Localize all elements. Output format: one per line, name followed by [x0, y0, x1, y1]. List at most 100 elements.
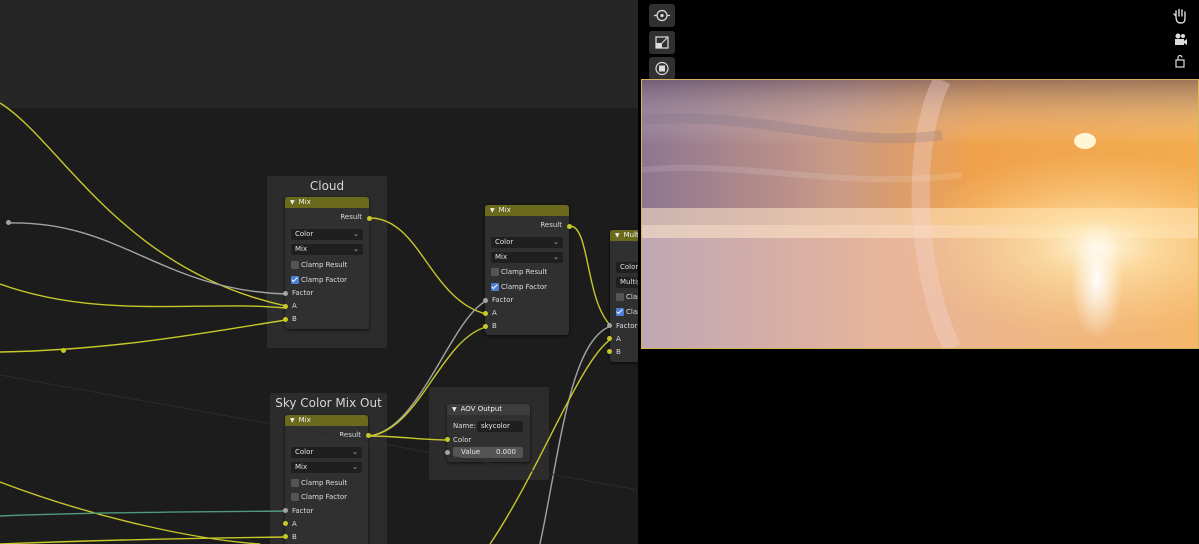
factor-input-label: Factor [616, 322, 638, 330]
clamp-result-checkbox[interactable] [291, 479, 299, 487]
node-title: Mix [298, 416, 311, 424]
clamp-factor-checkbox[interactable] [616, 308, 624, 316]
b-input-socket[interactable] [607, 349, 612, 354]
link-wire[interactable] [539, 325, 612, 544]
result-output-socket[interactable] [366, 433, 371, 438]
blend-mode-select[interactable]: Mix ⌄ [291, 462, 362, 473]
result-output-label: Result [339, 431, 361, 439]
clamp-factor-checkbox[interactable] [291, 493, 299, 501]
collapse-chevron-icon[interactable]: ▼ [452, 404, 457, 415]
clamp-factor-checkbox[interactable] [291, 276, 299, 284]
mix-node-cloud[interactable]: ▼ Mix Result Color ⌄ Mix ⌄ Clamp Result Cla… [285, 197, 369, 329]
a-input-label: A [616, 335, 621, 343]
link-wire[interactable] [0, 283, 287, 309]
b-input-socket[interactable] [283, 534, 288, 539]
link-wire[interactable] [0, 102, 287, 307]
lock-icon [1175, 54, 1185, 68]
result-output-socket[interactable] [567, 224, 572, 229]
factor-input-socket[interactable] [607, 323, 612, 328]
collapse-chevron-icon[interactable]: ▼ [615, 230, 620, 241]
a-input-socket[interactable] [283, 521, 288, 526]
result-output-socket[interactable] [367, 216, 372, 221]
blend-mode-select[interactable]: Mix ⌄ [291, 244, 363, 255]
chevron-down-icon: ⌄ [352, 463, 358, 471]
link-wire[interactable] [369, 217, 487, 315]
a-input-label: A [292, 520, 297, 528]
a-input-socket[interactable] [607, 336, 612, 341]
reroute-socket[interactable] [61, 348, 66, 353]
factor-input-label: Factor [292, 289, 314, 297]
rotate-view-icon [654, 9, 670, 22]
data-type-value: Color [495, 238, 514, 246]
collapse-chevron-icon[interactable]: ▼ [490, 205, 495, 216]
node-title: Mix [298, 198, 311, 206]
a-input-label: A [492, 309, 497, 317]
chevron-down-icon: ⌄ [553, 238, 559, 246]
camera-tool[interactable] [1171, 30, 1189, 48]
link-wire[interactable] [7, 222, 287, 295]
node-editor[interactable]: Cloud Sky Color Mix Out ▼ Mix Result Colo… [0, 0, 638, 544]
blend-mode-value: Mix [295, 245, 308, 253]
clamp-factor-label: Clam [626, 308, 638, 316]
scale-icon [655, 36, 669, 49]
reroute-socket[interactable] [6, 220, 11, 225]
b-input-socket[interactable] [283, 317, 288, 322]
collapse-chevron-icon[interactable]: ▼ [290, 197, 295, 208]
b-input-socket[interactable] [483, 324, 488, 329]
link-wire[interactable] [0, 481, 261, 544]
clamp-result-checkbox[interactable] [491, 268, 499, 276]
data-type-select[interactable]: Color [616, 262, 638, 273]
data-type-select[interactable]: Color ⌄ [291, 229, 363, 240]
clamp-result-label: Clamp Result [301, 479, 348, 487]
node-title: Multi [623, 231, 638, 239]
node-header[interactable]: ▼ Mix [485, 205, 569, 216]
aov-value-input-socket[interactable] [445, 450, 450, 455]
aov-output-node[interactable]: ▼ AOV Output Name: skycolor Color Value 0… [447, 404, 530, 462]
factor-input-socket[interactable] [483, 298, 488, 303]
data-type-select[interactable]: Color ⌄ [491, 237, 563, 248]
link-wire[interactable] [0, 319, 287, 353]
hand-pan-tool[interactable] [1171, 7, 1189, 25]
transform-tool[interactable] [649, 57, 675, 80]
factor-input-socket[interactable] [283, 291, 288, 296]
node-header[interactable]: ▼Multi [610, 230, 638, 241]
mix-node-sky-color[interactable]: ▼ Mix Result Color ⌄ Mix ⌄ Clamp Result Cla… [285, 415, 368, 544]
chevron-down-icon: ⌄ [553, 253, 559, 261]
mix-node-multiply[interactable]: ▼Multi Color Multipl Clam Clam Factor A … [610, 230, 638, 362]
lock-tool[interactable] [1171, 52, 1189, 70]
clamp-result-label: Clamp Result [301, 261, 348, 269]
blend-mode-select[interactable]: Multipl [616, 277, 638, 288]
blend-mode-select[interactable]: Mix ⌄ [491, 252, 563, 263]
clamp-result-checkbox[interactable] [291, 261, 299, 269]
aov-name-field[interactable]: skycolor [477, 421, 523, 432]
chevron-down-icon: ⌄ [353, 230, 359, 238]
frame-sky-label: Sky Color Mix Out [275, 396, 382, 410]
blend-mode-value: Mix [295, 463, 308, 471]
node-header[interactable]: ▼ AOV Output [447, 404, 530, 415]
value-slider[interactable]: Value 0.000 [453, 447, 523, 458]
blend-mode-value: Mix [495, 253, 508, 261]
factor-input-socket[interactable] [283, 508, 288, 513]
data-type-select[interactable]: Color ⌄ [291, 447, 362, 458]
clamp-factor-checkbox[interactable] [491, 283, 499, 291]
collapse-chevron-icon[interactable]: ▼ [290, 415, 295, 426]
link-wire[interactable] [569, 225, 612, 327]
rotate-view-tool[interactable] [649, 4, 675, 27]
link-wire[interactable] [0, 510, 287, 517]
a-input-socket[interactable] [483, 311, 488, 316]
aov-color-input-socket[interactable] [445, 437, 450, 442]
mix-node-middle[interactable]: ▼ Mix Result Color ⌄ Mix ⌄ Clamp Result Cla… [485, 205, 569, 335]
scale-tool[interactable] [649, 31, 675, 54]
chevron-down-icon: ⌄ [353, 245, 359, 253]
node-title: Mix [498, 206, 511, 214]
node-header[interactable]: ▼ Mix [285, 415, 368, 426]
a-input-socket[interactable] [283, 304, 288, 309]
aov-name-label: Name: [453, 422, 477, 430]
node-header[interactable]: ▼ Mix [285, 197, 369, 208]
clamp-result-checkbox[interactable] [616, 293, 624, 301]
frame-cloud-label: Cloud [309, 179, 345, 193]
clamp-result-label: Clam [626, 293, 638, 301]
b-input-label: B [616, 348, 621, 356]
chevron-down-icon: ⌄ [352, 448, 358, 456]
link-wire[interactable] [0, 536, 287, 544]
